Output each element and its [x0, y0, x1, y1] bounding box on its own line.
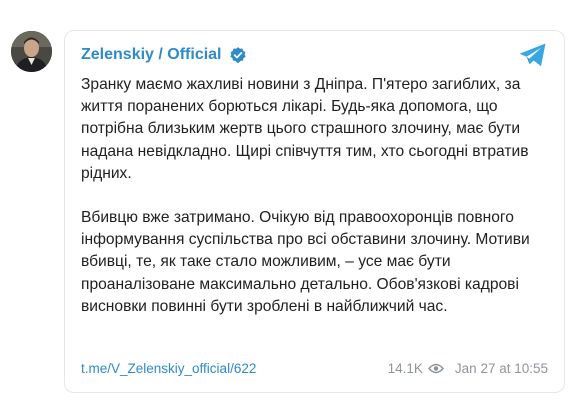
- avatar: [11, 31, 52, 72]
- message-meta: 14.1K Jan 27 at 10:55: [388, 361, 548, 376]
- message-header: Zelenskiy / Official: [81, 44, 247, 66]
- message-text: Зранку маємо жахливі новини з Дніпра. П'…: [81, 74, 553, 318]
- message-card: Zelenskiy / Official Зранку маємо жахлив…: [64, 30, 565, 393]
- views-count: 14.1K: [387, 360, 423, 376]
- message-footer: t.me/V_Zelenskiy_official/622 14.1K Jan …: [81, 358, 548, 378]
- channel-avatar[interactable]: [11, 31, 52, 72]
- message-paragraph: Зранку маємо жахливі новини з Дніпра. П'…: [81, 76, 529, 182]
- post-link[interactable]: t.me/V_Zelenskiy_official/622: [81, 361, 256, 376]
- channel-name[interactable]: Zelenskiy / Official: [81, 46, 222, 64]
- telegram-icon[interactable]: [518, 42, 548, 68]
- eye-icon: [427, 363, 444, 373]
- message-paragraph: Вбивцю вже затримано. Очікую від правоох…: [81, 209, 530, 315]
- verified-badge-icon: [229, 47, 246, 63]
- post-date: Jan 27 at 10:55: [454, 360, 548, 376]
